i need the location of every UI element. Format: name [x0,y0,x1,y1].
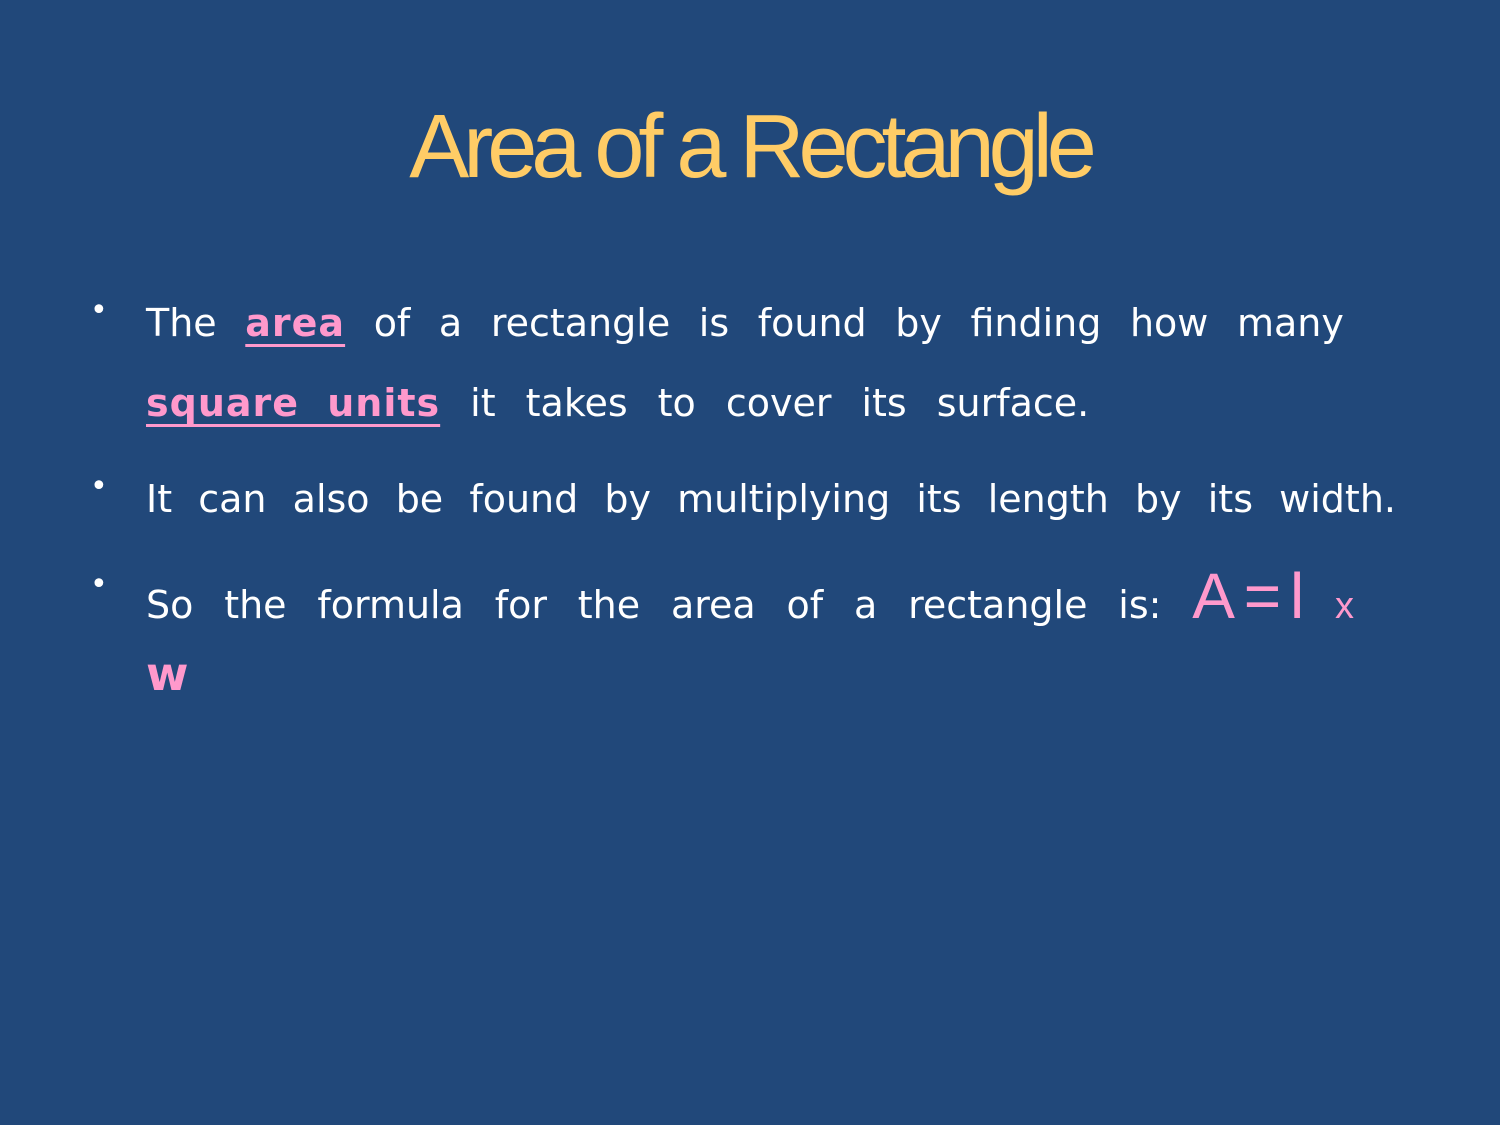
word: its [1207,477,1254,521]
word: can [198,477,267,521]
word: takes [525,381,628,425]
word: of [786,583,824,627]
bullet-1-line-2: square units it takes to cover its surfa… [146,373,1089,433]
word: be [395,477,444,521]
word: of [373,301,411,345]
word: found [757,301,867,345]
word: by [895,301,942,345]
word: it [470,381,496,425]
word: by [1135,477,1182,521]
word: surface. [936,381,1090,425]
bullet-dot: • [90,293,108,328]
word: its [861,381,907,425]
word: width. [1279,477,1396,521]
keyword-area: area [245,301,346,345]
bullet-dot: • [90,469,108,504]
keyword-square-units: square units [146,381,441,425]
word: to [657,381,696,425]
formula-times: x [1335,585,1354,627]
word: The [146,301,217,345]
word: area [670,583,756,627]
word: rectangle [908,583,1088,627]
formula-equals: = [1243,560,1282,632]
word: So [146,583,194,627]
bullet-3-line-2: w [146,644,189,704]
word: formula [317,583,464,627]
word: its [916,477,962,521]
word: for [494,583,547,627]
word: the [224,583,287,627]
word: many [1236,301,1344,345]
word: is [698,301,730,345]
formula-w: w [146,647,189,701]
word: multiplying [677,477,891,521]
bullet-2-line-1: It can also be found by multiplying its … [146,469,1396,529]
bullet-list: • The area of a rectangle is found by fi… [0,0,1500,1125]
word: It [146,477,173,521]
bullet-dot: • [90,567,108,602]
bullet-3-line-1: So the formula for the area of a rectang… [146,560,1354,632]
word: a [438,301,463,345]
word: is: [1118,583,1162,627]
word: a [853,583,878,627]
word: length [987,477,1109,521]
word: finding [970,301,1102,345]
bullet-1-line-1: The area of a rectangle is found by find… [146,293,1344,353]
word: rectangle [490,301,671,345]
word: by [604,477,651,521]
word: the [577,583,641,627]
word: also [292,477,370,521]
word: cover [725,381,832,425]
word: how [1129,301,1209,345]
formula-l: l [1289,560,1305,632]
word: found [469,477,579,521]
formula-a: A [1192,560,1235,632]
slide: Area of a Rectangle • The area of a rect… [0,0,1500,1125]
